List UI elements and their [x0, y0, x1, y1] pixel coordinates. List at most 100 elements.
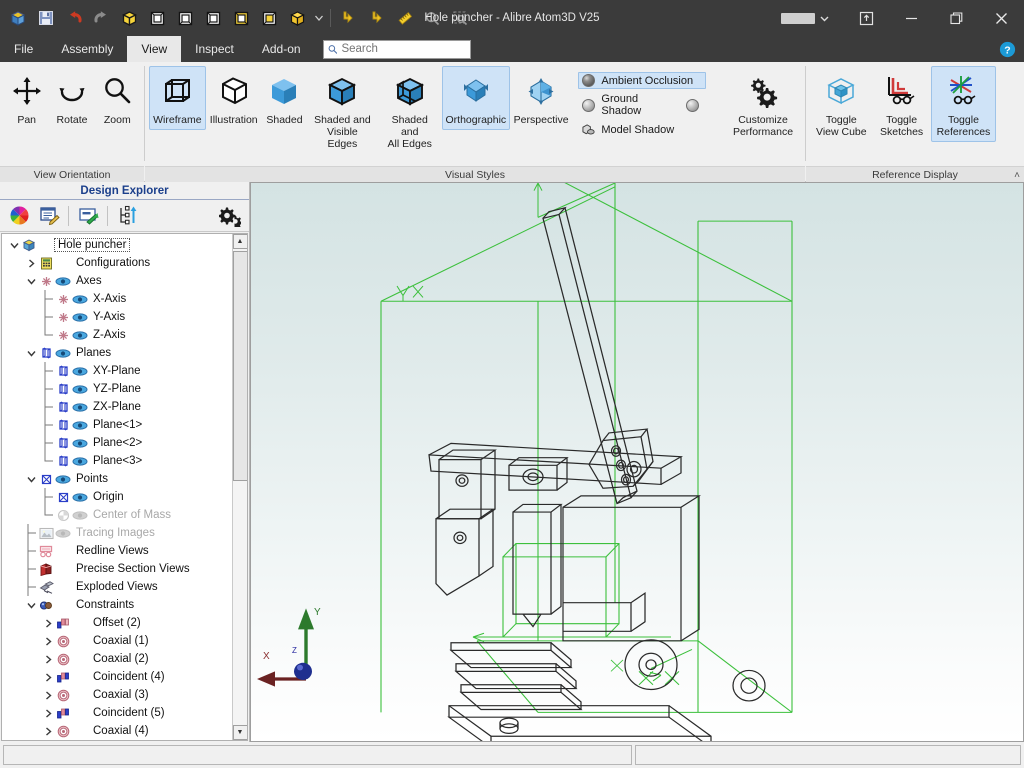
tab-view[interactable]: View: [127, 36, 182, 62]
tree-twisty[interactable]: [42, 636, 55, 647]
save-icon[interactable]: [32, 4, 59, 32]
design-tree[interactable]: Hole puncher Configurations Axes X-Axis Y-Ax…: [2, 234, 232, 740]
visibility-toggle[interactable]: [54, 276, 72, 287]
ribbon-button-rotate[interactable]: Rotate: [49, 66, 94, 130]
tree-twisty[interactable]: [42, 434, 55, 452]
view-right-icon[interactable]: [200, 4, 227, 32]
ribbon-button-shaded[interactable]: Shaded: [262, 66, 307, 130]
import-icon[interactable]: [335, 4, 362, 32]
ribbon-button-shaded-all-edges[interactable]: Shaded and All Edges: [378, 66, 442, 154]
tree-item-offset-2[interactable]: Offset (2): [2, 614, 232, 632]
tree-item-axes[interactable]: Axes: [2, 272, 232, 290]
tree-twisty[interactable]: [8, 240, 21, 251]
visibility-toggle[interactable]: [71, 492, 89, 503]
tree-sort-icon[interactable]: [113, 204, 141, 228]
tree-twisty[interactable]: [42, 690, 55, 701]
tree-twisty[interactable]: [25, 600, 38, 611]
settings-gear-icon[interactable]: [216, 204, 244, 228]
tree-twisty[interactable]: [42, 726, 55, 737]
view-front-icon[interactable]: [144, 4, 171, 32]
tree-item-redline-views[interactable]: Redline Views: [2, 542, 232, 560]
tree-item-tracing-images[interactable]: Tracing Images: [2, 524, 232, 542]
tree-item-precise-section-views[interactable]: Precise Section Views: [2, 560, 232, 578]
undo-icon[interactable]: [60, 4, 87, 32]
tree-twisty[interactable]: [42, 326, 55, 344]
tab-add-on[interactable]: Add-on: [248, 36, 315, 62]
tree-item-configurations[interactable]: Configurations: [2, 254, 232, 272]
3d-viewport[interactable]: Y X Z: [250, 182, 1024, 742]
chevron-down-icon[interactable]: [26, 600, 37, 611]
zoom-window-icon[interactable]: [447, 4, 474, 32]
export-icon[interactable]: [363, 4, 390, 32]
ribbon-button-customize-performance[interactable]: Customize Performance: [725, 66, 801, 142]
scroll-thumb[interactable]: [232, 251, 247, 481]
tree-twisty[interactable]: [42, 654, 55, 665]
ribbon-button-zoom[interactable]: Zoom: [95, 66, 140, 130]
chevron-down-icon[interactable]: [9, 240, 20, 251]
option-ground-shadow[interactable]: Ground Shadow: [578, 91, 706, 119]
visibility-toggle[interactable]: [54, 528, 72, 539]
view-back-icon[interactable]: [228, 4, 255, 32]
tab-assembly[interactable]: Assembly: [47, 36, 127, 62]
tab-inspect[interactable]: Inspect: [181, 36, 248, 62]
tree-twisty[interactable]: [25, 542, 38, 560]
search-input[interactable]: [341, 43, 466, 55]
tree-twisty[interactable]: [42, 708, 55, 719]
tree-twisty[interactable]: [42, 416, 55, 434]
ribbon-button-illustration[interactable]: Illustration: [206, 66, 262, 130]
tree-item-hole-puncher[interactable]: Hole puncher: [2, 236, 232, 254]
tree-item-coaxial-2[interactable]: Coaxial (2): [2, 650, 232, 668]
tree-item-plane-1[interactable]: Plane<1>: [2, 416, 232, 434]
tree-twisty[interactable]: [25, 276, 38, 287]
visibility-toggle[interactable]: [71, 294, 89, 305]
chevron-down-icon[interactable]: [312, 4, 326, 32]
tree-twisty[interactable]: [42, 618, 55, 629]
tree-item-z-axis[interactable]: Z-Axis: [2, 326, 232, 344]
chevron-right-icon[interactable]: [43, 726, 54, 737]
visibility-toggle[interactable]: [71, 420, 89, 431]
measure-icon[interactable]: [391, 4, 418, 32]
tree-item-planes[interactable]: Planes: [2, 344, 232, 362]
search-box[interactable]: [322, 39, 471, 59]
visibility-toggle[interactable]: [54, 474, 72, 485]
account-menu[interactable]: [781, 12, 830, 24]
tree-twisty[interactable]: [42, 488, 55, 506]
ribbon-button-perspective[interactable]: Perspective: [510, 66, 573, 130]
design-tree-container[interactable]: Hole puncher Configurations Axes X-Axis Y-Ax…: [1, 233, 248, 741]
tree-item-yz-plane[interactable]: YZ-Plane: [2, 380, 232, 398]
tree-item-coaxial-4[interactable]: Coaxial (4): [2, 722, 232, 740]
view-shaded-icon[interactable]: [284, 4, 311, 32]
visibility-toggle[interactable]: [71, 510, 89, 521]
visibility-toggle[interactable]: [71, 312, 89, 323]
tree-twisty[interactable]: [25, 348, 38, 359]
restore-down-button[interactable]: [844, 0, 889, 36]
tree-item-plane-3[interactable]: Plane<3>: [2, 452, 232, 470]
help-button[interactable]: ?: [999, 36, 1016, 62]
close-button[interactable]: [979, 0, 1024, 36]
maximize-button[interactable]: [934, 0, 979, 36]
zoom-icon[interactable]: [419, 4, 446, 32]
tree-item-points[interactable]: Points: [2, 470, 232, 488]
tree-twisty[interactable]: [25, 474, 38, 485]
visibility-toggle[interactable]: [71, 456, 89, 467]
tree-twisty[interactable]: [25, 258, 38, 269]
scroll-track[interactable]: [232, 249, 247, 725]
tree-twisty[interactable]: [42, 672, 55, 683]
ribbon-button-toggle-sketches[interactable]: Toggle Sketches: [873, 66, 931, 142]
chevron-right-icon[interactable]: [26, 258, 37, 269]
view-left-icon[interactable]: [256, 4, 283, 32]
chevron-right-icon[interactable]: [43, 690, 54, 701]
ribbon-button-toggle-references[interactable]: Toggle References: [930, 66, 997, 142]
tree-item-coincident-4[interactable]: Coincident (4): [2, 668, 232, 686]
tree-item-origin[interactable]: Origin: [2, 488, 232, 506]
visibility-toggle[interactable]: [71, 438, 89, 449]
visibility-toggle[interactable]: [71, 330, 89, 341]
visibility-toggle[interactable]: [71, 366, 89, 377]
minimize-button[interactable]: [889, 0, 934, 36]
rename-icon[interactable]: [74, 204, 102, 228]
tree-item-coincident-5[interactable]: Coincident (5): [2, 704, 232, 722]
tree-twisty[interactable]: [42, 380, 55, 398]
tab-file[interactable]: File: [0, 36, 47, 62]
scroll-up-arrow[interactable]: ▲: [232, 234, 247, 249]
tree-item-exploded-views[interactable]: Exploded Views: [2, 578, 232, 596]
